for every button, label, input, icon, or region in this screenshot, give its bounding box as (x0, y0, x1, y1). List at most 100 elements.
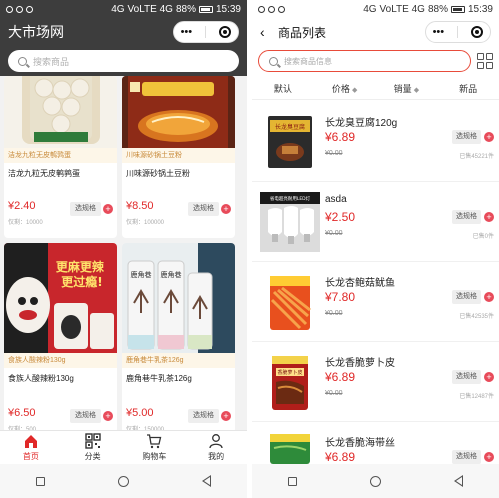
add-to-cart-icon[interactable]: + (484, 372, 494, 382)
tab-cart[interactable]: 购物车 (124, 431, 186, 464)
select-spec-button[interactable]: 选规格 (70, 202, 101, 216)
tab-label: 首页 (22, 452, 39, 461)
product-card[interactable]: 洁龙九粒无皮鹌鹑蛋 洁龙九粒无皮鹌鹑蛋 ¥2.40 仅剩：10000 选规格 + (4, 76, 117, 238)
close-target-icon[interactable] (219, 26, 232, 38)
app-header: 大市场网 ••• (0, 18, 247, 46)
wechat-icon (258, 5, 265, 13)
select-spec-button[interactable]: 选规格 (452, 370, 481, 384)
product-image: 长龙臭豆腐 (260, 112, 320, 172)
close-target-icon[interactable] (471, 26, 484, 38)
cart-icon (147, 434, 162, 449)
battery-percent: 88% (175, 3, 196, 15)
sort-tab-price[interactable]: 价格 ◆ (314, 78, 376, 99)
tab-label: 我的 (208, 452, 225, 461)
more-icon[interactable]: ••• (181, 26, 193, 38)
product-name: 长龙臭豆腐120g (325, 118, 398, 129)
bottom-tabbar: 首页 分类 购物车 我的 (0, 430, 247, 464)
product-card[interactable]: 川味源砂锅土豆粉 川味源砂锅土豆粉 ¥8.50 仅剩：100000 选规格 + (122, 76, 235, 238)
search-input[interactable]: 搜索商品 (8, 50, 239, 72)
recent-apps-icon[interactable] (288, 476, 298, 486)
add-to-cart-icon[interactable]: + (484, 452, 494, 462)
select-spec-button[interactable]: 选规格 (452, 130, 481, 144)
product-image: 更麻更辣 更过瘾! (4, 243, 117, 353)
product-card[interactable]: 更麻更辣 更过瘾! 食族人酸辣粉130g 食族人酸辣粉130g ¥6.50 仅剩… (4, 243, 117, 433)
notification-icon (16, 5, 23, 13)
search-icon (269, 56, 278, 66)
original-price: ¥0.00 (325, 390, 343, 397)
recent-apps-icon[interactable] (36, 476, 46, 486)
list-item[interactable]: 香脆萝卜皮 长龙香脆萝卜皮 ¥6.89 ¥0.00 选规格 + 已售12487件 (252, 342, 499, 422)
add-to-cart-icon[interactable]: + (103, 204, 113, 214)
home-circle-icon[interactable] (369, 475, 381, 487)
select-spec-button[interactable]: 选规格 (188, 409, 219, 423)
add-to-cart-icon[interactable]: + (221, 204, 231, 214)
list-item[interactable]: 长龙杏鲍菇鱿鱼 ¥7.80 ¥0.00 选规格 + 已售42535件 (252, 262, 499, 342)
select-spec-button[interactable]: 选规格 (452, 290, 481, 304)
tab-category[interactable]: 分类 (62, 431, 124, 464)
grid-view-icon[interactable] (477, 53, 493, 69)
wechat-icon (6, 5, 13, 13)
product-tag: 洁龙九粒无皮鹌鹑蛋 (4, 148, 117, 163)
status-bar: 4G VoLTE 4G 88% 15:39 (252, 0, 499, 18)
android-navbar (0, 464, 247, 498)
add-to-cart-icon[interactable]: + (103, 411, 113, 421)
search-input[interactable]: 搜索商品信息 (258, 50, 471, 72)
tab-label: 分类 (84, 452, 101, 461)
product-price: ¥6.50 (8, 407, 36, 419)
list-item[interactable]: 省电超亮耐用LED灯 asda ¥2.50 ¥0.00 选规格 + 已售0件 (252, 182, 499, 262)
home-circle-icon[interactable] (117, 475, 129, 487)
volte-label: VoLTE 4G (127, 3, 173, 15)
select-spec-button[interactable]: 选规格 (70, 409, 101, 423)
miniprogram-capsule: ••• (173, 21, 239, 43)
product-card[interactable]: 鹿角巷 鹿角巷 鹿角巷牛乳茶126g 鹿角巷牛乳茶126g ¥5.00 仅剩：1… (122, 243, 235, 433)
add-to-cart-icon[interactable]: + (221, 411, 231, 421)
product-name: 食族人酸辣粉130g (8, 374, 74, 383)
list-item[interactable]: 长龙香脆海带丝 ¥6.89 选规格 + (252, 422, 499, 464)
sort-tab-default[interactable]: 默认 (252, 78, 314, 99)
back-arrow-icon[interactable]: ‹ (260, 24, 278, 40)
search-placeholder: 搜索商品信息 (284, 56, 332, 66)
tab-home[interactable]: 首页 (0, 431, 62, 464)
select-spec-button[interactable]: 选规格 (452, 210, 481, 224)
status-bar: 4G VoLTE 4G 88% 15:39 (0, 0, 247, 18)
tab-profile[interactable]: 我的 (185, 431, 247, 464)
home-icon (24, 435, 37, 448)
home-screen: 4G VoLTE 4G 88% 15:39 大市场网 ••• 搜索商品 洁龙九粒… (0, 0, 247, 498)
add-to-cart-icon[interactable]: + (484, 292, 494, 302)
back-triangle-icon[interactable] (453, 475, 463, 487)
product-price: ¥8.50 (126, 200, 154, 212)
select-spec-button[interactable]: 选规格 (188, 202, 219, 216)
product-image (4, 76, 117, 148)
more-icon[interactable]: ••• (433, 26, 445, 38)
sold-count: 已售45221件 (459, 154, 494, 160)
product-price: ¥6.89 (325, 370, 356, 384)
product-name: 川味源砂锅土豆粉 (126, 169, 190, 178)
product-image (122, 76, 235, 148)
product-price: ¥6.89 (325, 450, 356, 464)
product-name: 长龙香脆萝卜皮 (325, 358, 395, 369)
product-price: ¥2.40 (8, 200, 36, 212)
select-spec-button[interactable]: 选规格 (452, 450, 481, 464)
product-price: ¥6.89 (325, 130, 356, 144)
back-triangle-icon[interactable] (201, 475, 211, 487)
sort-tab-sales[interactable]: 销量 ◆ (376, 78, 438, 99)
product-name: 洁龙九粒无皮鹌鹑蛋 (8, 169, 80, 178)
product-list-screen: 4G VoLTE 4G 88% 15:39 ‹ 商品列表 ••• 搜索商品信息 … (252, 0, 499, 498)
page-header: ‹ 商品列表 ••• (252, 18, 499, 46)
product-price: ¥5.00 (126, 407, 154, 419)
battery-icon (198, 5, 213, 13)
add-to-cart-icon[interactable]: + (484, 212, 494, 222)
product-name: asda (325, 194, 347, 205)
qr-grid-icon (84, 433, 101, 449)
product-image-text: 长龙臭豆腐 (275, 123, 305, 131)
add-to-cart-icon[interactable]: + (484, 132, 494, 142)
sort-tab-new[interactable]: 新品 (437, 78, 499, 99)
sort-arrows-icon: ◆ (413, 87, 420, 94)
sort-bar: 默认 价格 ◆ 销量 ◆ 新品 (252, 78, 499, 100)
android-navbar (252, 464, 499, 498)
product-image-brand: 鹿角巷 (131, 270, 152, 279)
product-tag: 食族人酸辣粉130g (4, 353, 117, 368)
original-price: ¥0.00 (325, 310, 343, 317)
sort-arrows-icon: ◆ (351, 87, 358, 94)
list-item[interactable]: 长龙臭豆腐 长龙臭豆腐120g ¥6.89 ¥0.00 选规格 + 已售4522… (252, 102, 499, 182)
